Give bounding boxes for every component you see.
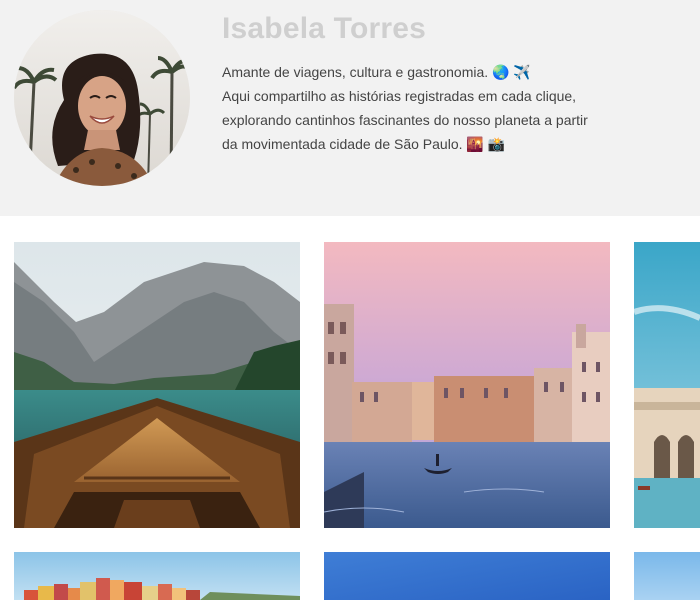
avatar[interactable] [14, 10, 190, 186]
bio-line: da movimentada cidade de São Paulo. 🌇 📸 [222, 136, 506, 152]
profile-name: Isabela Torres [222, 12, 427, 45]
photo-colorful-hillside-village[interactable] [14, 552, 300, 600]
photo-mountain-lake-boat[interactable] [14, 242, 300, 528]
avatar-image [14, 10, 190, 186]
photo-blue-sky[interactable] [324, 552, 610, 600]
bio-line: Aqui compartilho as histórias registrada… [222, 88, 577, 104]
photo-blue-sky-edge[interactable] [634, 552, 700, 600]
photo-grid [0, 216, 700, 600]
profile-header: Isabela Torres Amante de viagens, cultur… [0, 0, 700, 216]
photo-venice-canal-sunset[interactable] [324, 242, 610, 528]
photo-coastal-town-arches[interactable] [634, 242, 700, 528]
bio-line: explorando cantinhos fascinantes do noss… [222, 112, 588, 128]
profile-bio: Amante de viagens, cultura e gastronomia… [222, 60, 602, 156]
bio-line: Amante de viagens, cultura e gastronomia… [222, 64, 531, 80]
